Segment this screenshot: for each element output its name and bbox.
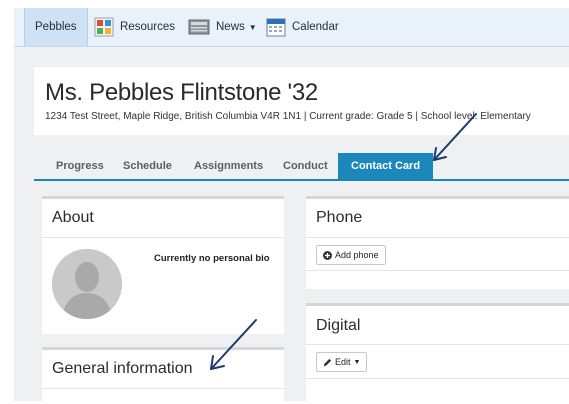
nav-item-calendar[interactable]: Calendar	[266, 8, 339, 46]
panel-divider	[42, 237, 284, 238]
nav-item-resources[interactable]: Resources	[94, 8, 175, 46]
chevron-down-icon: ▼	[353, 358, 361, 366]
avatar	[52, 249, 122, 319]
panel-divider	[306, 270, 569, 271]
tab-assignments[interactable]: Assignments	[194, 153, 263, 179]
tab-progress[interactable]: Progress	[56, 153, 104, 179]
nav-item-label: Resources	[120, 21, 175, 33]
nav-item-news[interactable]: News ▼	[188, 8, 257, 46]
phone-panel: Phone Add phone	[306, 196, 569, 289]
panel-divider	[42, 388, 284, 389]
news-icon	[188, 17, 210, 37]
general-information-panel: General information	[42, 347, 284, 404]
calendar-icon	[266, 17, 286, 37]
about-title: About	[52, 209, 94, 226]
top-nav: Pebbles Resources News ▼ Calendar	[14, 8, 569, 47]
add-phone-button[interactable]: Add phone	[316, 245, 386, 265]
nav-item-label: Pebbles	[35, 21, 77, 33]
chevron-down-icon: ▼	[248, 22, 257, 32]
phone-title: Phone	[316, 209, 363, 226]
pencil-icon	[323, 358, 332, 366]
edit-button[interactable]: Edit ▼	[316, 352, 368, 372]
nav-item-label: News	[216, 21, 245, 33]
tab-conduct[interactable]: Conduct	[283, 153, 328, 179]
student-name: Ms. Pebbles Flintstone '32	[45, 79, 318, 106]
plus-circle-icon	[323, 250, 332, 260]
bio-text: Currently no personal bio	[154, 253, 270, 264]
resources-icon	[94, 17, 114, 37]
panel-divider	[306, 378, 569, 379]
digital-title: Digital	[316, 317, 361, 334]
student-details: 1234 Test Street, Maple Ridge, British C…	[45, 111, 531, 122]
digital-panel: Digital Edit ▼	[306, 303, 569, 404]
nav-item-pebbles[interactable]: Pebbles	[24, 8, 88, 46]
general-information-title: General information	[52, 360, 193, 377]
student-header: Ms. Pebbles Flintstone '32 1234 Test Str…	[34, 67, 569, 135]
tab-schedule[interactable]: Schedule	[123, 153, 172, 179]
tab-contact-card[interactable]: Contact Card	[338, 153, 434, 179]
add-phone-label: Add phone	[335, 250, 379, 260]
panel-divider	[306, 237, 569, 238]
nav-item-label: Calendar	[292, 21, 339, 33]
edit-label: Edit	[335, 357, 351, 367]
panel-divider	[306, 344, 569, 345]
tab-bar: Progress Schedule Assignments Conduct Co…	[34, 153, 569, 181]
about-panel: About Currently no personal bio	[42, 196, 284, 334]
